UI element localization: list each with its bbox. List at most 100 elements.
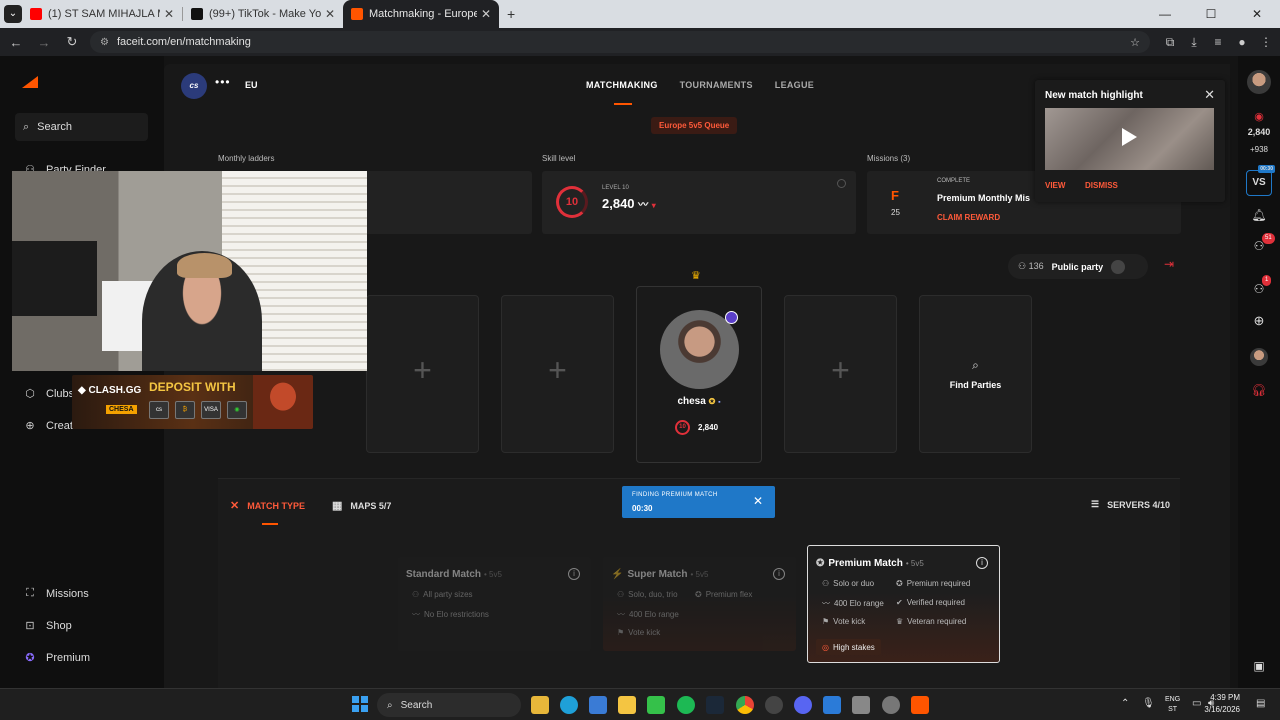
game-selector[interactable]: cs: [181, 73, 207, 99]
tab-matchmaking[interactable]: MATCHMAKING: [586, 80, 658, 105]
cancel-search-icon[interactable]: ✕: [753, 494, 763, 508]
notifications-icon[interactable]: 🔔︎: [1238, 208, 1280, 222]
spotify-icon[interactable]: [677, 696, 695, 714]
highlight-thumbnail[interactable]: [1045, 108, 1214, 170]
claim-reward-button[interactable]: CLAIM REWARD: [937, 213, 1000, 222]
tab-close-icon[interactable]: ✕: [164, 7, 174, 21]
view-button[interactable]: VIEW: [1045, 181, 1065, 190]
more-options-icon[interactable]: •••: [215, 75, 231, 89]
friend-avatar[interactable]: [1250, 348, 1268, 366]
info-icon[interactable]: i: [976, 557, 988, 569]
sidebar-item-clubs[interactable]: ⬡ Clubs: [22, 387, 74, 401]
discord-icon[interactable]: [794, 696, 812, 714]
taskbar-search[interactable]: ⌕ Search: [377, 693, 521, 717]
sidebar-item-shop[interactable]: ⊡ Shop: [22, 619, 72, 633]
sidebar-item-missions[interactable]: ⛶ Missions: [22, 587, 89, 600]
language-indicator[interactable]: ENG ST: [1165, 695, 1180, 715]
obs-icon[interactable]: [765, 696, 783, 714]
feature-text: Solo, duo, trio: [628, 590, 678, 599]
store-icon[interactable]: [589, 696, 607, 714]
faceit-logo-icon[interactable]: [22, 76, 38, 88]
app-icon[interactable]: [618, 696, 636, 714]
tab-tournaments[interactable]: TOURNAMENTS: [680, 80, 753, 90]
tab-match-type[interactable]: ✕ MATCH TYPE: [230, 499, 305, 512]
add-icon[interactable]: ⊕: [1238, 313, 1280, 329]
match-type-premium[interactable]: ✪ Premium Match • 5v5 i ⚇ Solo or duo ✪ Prem…: [807, 545, 1000, 663]
info-icon[interactable]: i: [773, 568, 785, 580]
browser-tab[interactable]: (99+) TikTok - Make Your Day ✕: [183, 0, 343, 28]
clock[interactable]: 4:39 PM 3/16/2026: [1204, 692, 1240, 716]
network-icon[interactable]: ▭: [1192, 698, 1201, 709]
download-icon[interactable]: ⤓: [1182, 35, 1206, 50]
faceit-app-icon[interactable]: [911, 696, 929, 714]
file-explorer-icon[interactable]: [531, 696, 549, 714]
xbox-icon[interactable]: [647, 696, 665, 714]
match-status[interactable]: VS 00:30: [1238, 165, 1280, 196]
public-party-toggle[interactable]: [1111, 259, 1126, 274]
party-icon[interactable]: ⚇: [1238, 282, 1280, 296]
snipping-tool-icon[interactable]: [852, 696, 870, 714]
sponsor-banner[interactable]: ◆ CLASH.GG CHESA DEPOSIT WITH cs ₿ VISA …: [72, 375, 313, 429]
profile-icon[interactable]: ●: [1230, 35, 1254, 50]
forward-icon[interactable]: →: [32, 35, 56, 50]
find-parties-button[interactable]: ⌕ Find Parties: [919, 295, 1032, 453]
sidebar-item-create[interactable]: ⊕ Create: [22, 419, 79, 433]
queue-badge[interactable]: Europe 5v5 Queue: [651, 117, 738, 134]
sidebar-item-premium[interactable]: ✪ Premium: [22, 651, 90, 665]
feature-text: 400 Elo range: [834, 599, 884, 608]
tab-maps[interactable]: ▦ MAPS 5/7: [332, 499, 391, 512]
reading-list-icon[interactable]: ≡: [1206, 35, 1230, 50]
notification-center-icon[interactable]: ▤: [1256, 698, 1265, 709]
new-tab-button[interactable]: +: [507, 6, 515, 22]
tab-close-icon[interactable]: ✕: [481, 7, 491, 21]
leave-party-icon[interactable]: ⇥: [1164, 257, 1174, 271]
site-info-icon[interactable]: ⚙: [100, 37, 109, 48]
extensions-icon[interactable]: ⧉: [1158, 35, 1182, 50]
chrome-icon[interactable]: [736, 696, 754, 714]
tab-search-menu[interactable]: ⌄: [4, 5, 22, 23]
player-name[interactable]: chesa ✪ ▪: [637, 396, 761, 407]
party-slot-empty[interactable]: +: [366, 295, 479, 453]
elo-range-icon: 〰: [617, 610, 625, 619]
feature-text: Vote kick: [628, 628, 661, 637]
url-input[interactable]: ⚙ faceit.com/en/matchmaking ☆: [90, 31, 1150, 53]
missions-label: Missions (3): [867, 154, 911, 163]
close-window-icon[interactable]: ✕: [1234, 0, 1280, 28]
notepad-icon[interactable]: [823, 696, 841, 714]
settings-icon[interactable]: [882, 696, 900, 714]
minimize-icon[interactable]: —: [1142, 0, 1188, 28]
microphone-icon[interactable]: 🎙︎: [1142, 698, 1155, 709]
info-icon[interactable]: i: [568, 568, 580, 580]
match-type-name: Standard Match: [406, 569, 482, 580]
browser-menu-icon[interactable]: ⋮: [1254, 35, 1278, 50]
tab-close-icon[interactable]: ✕: [325, 7, 335, 21]
skill-level-card[interactable]: 10 LEVEL 10 2,840 〰 ▾: [542, 171, 856, 234]
reload-icon[interactable]: ↻: [60, 34, 84, 50]
windows-start-icon[interactable]: [352, 696, 368, 712]
browser-tab-active[interactable]: Matchmaking - Europe 5v5 Qu ✕: [343, 0, 499, 28]
back-icon[interactable]: ←: [4, 35, 28, 50]
maximize-icon[interactable]: ☐: [1188, 0, 1234, 28]
sidebar-item-label: Shop: [46, 619, 72, 632]
steam-icon[interactable]: [706, 696, 724, 714]
bookmark-star-icon[interactable]: ☆: [1130, 36, 1140, 49]
edge-icon[interactable]: [560, 696, 578, 714]
dismiss-button[interactable]: DISMISS: [1085, 181, 1118, 190]
support-headset-icon[interactable]: 🎧︎: [1238, 383, 1280, 397]
chat-panel-icon[interactable]: ▣: [1238, 659, 1280, 673]
feature-item: ✪ Premium required: [896, 579, 970, 588]
sidebar-search[interactable]: ⌕ Search: [15, 113, 148, 141]
user-avatar[interactable]: [1247, 70, 1271, 94]
servers-button[interactable]: ☰ SERVERS 4/10: [1091, 499, 1170, 510]
match-type-standard[interactable]: Standard Match • 5v5 i ⚇ All party sizes 〰…: [398, 557, 591, 651]
party-slot-empty[interactable]: +: [501, 295, 614, 453]
close-icon[interactable]: ✕: [1204, 87, 1215, 103]
party-slot-empty[interactable]: +: [784, 295, 897, 453]
party-slot-player[interactable]: chesa ✪ ▪ 10 2,840: [636, 286, 762, 463]
info-icon[interactable]: [837, 179, 846, 188]
tab-league[interactable]: LEAGUE: [775, 80, 814, 90]
browser-tab[interactable]: (1) ST SAM MIHAJLA MADIC ✕: [22, 0, 182, 28]
tray-overflow-icon[interactable]: ⌃: [1121, 698, 1129, 709]
region-label[interactable]: EU: [245, 80, 258, 90]
match-type-super[interactable]: ⚡ Super Match • 5v5 i ⚇ Solo, duo, trio ✪ Pr…: [603, 557, 796, 651]
